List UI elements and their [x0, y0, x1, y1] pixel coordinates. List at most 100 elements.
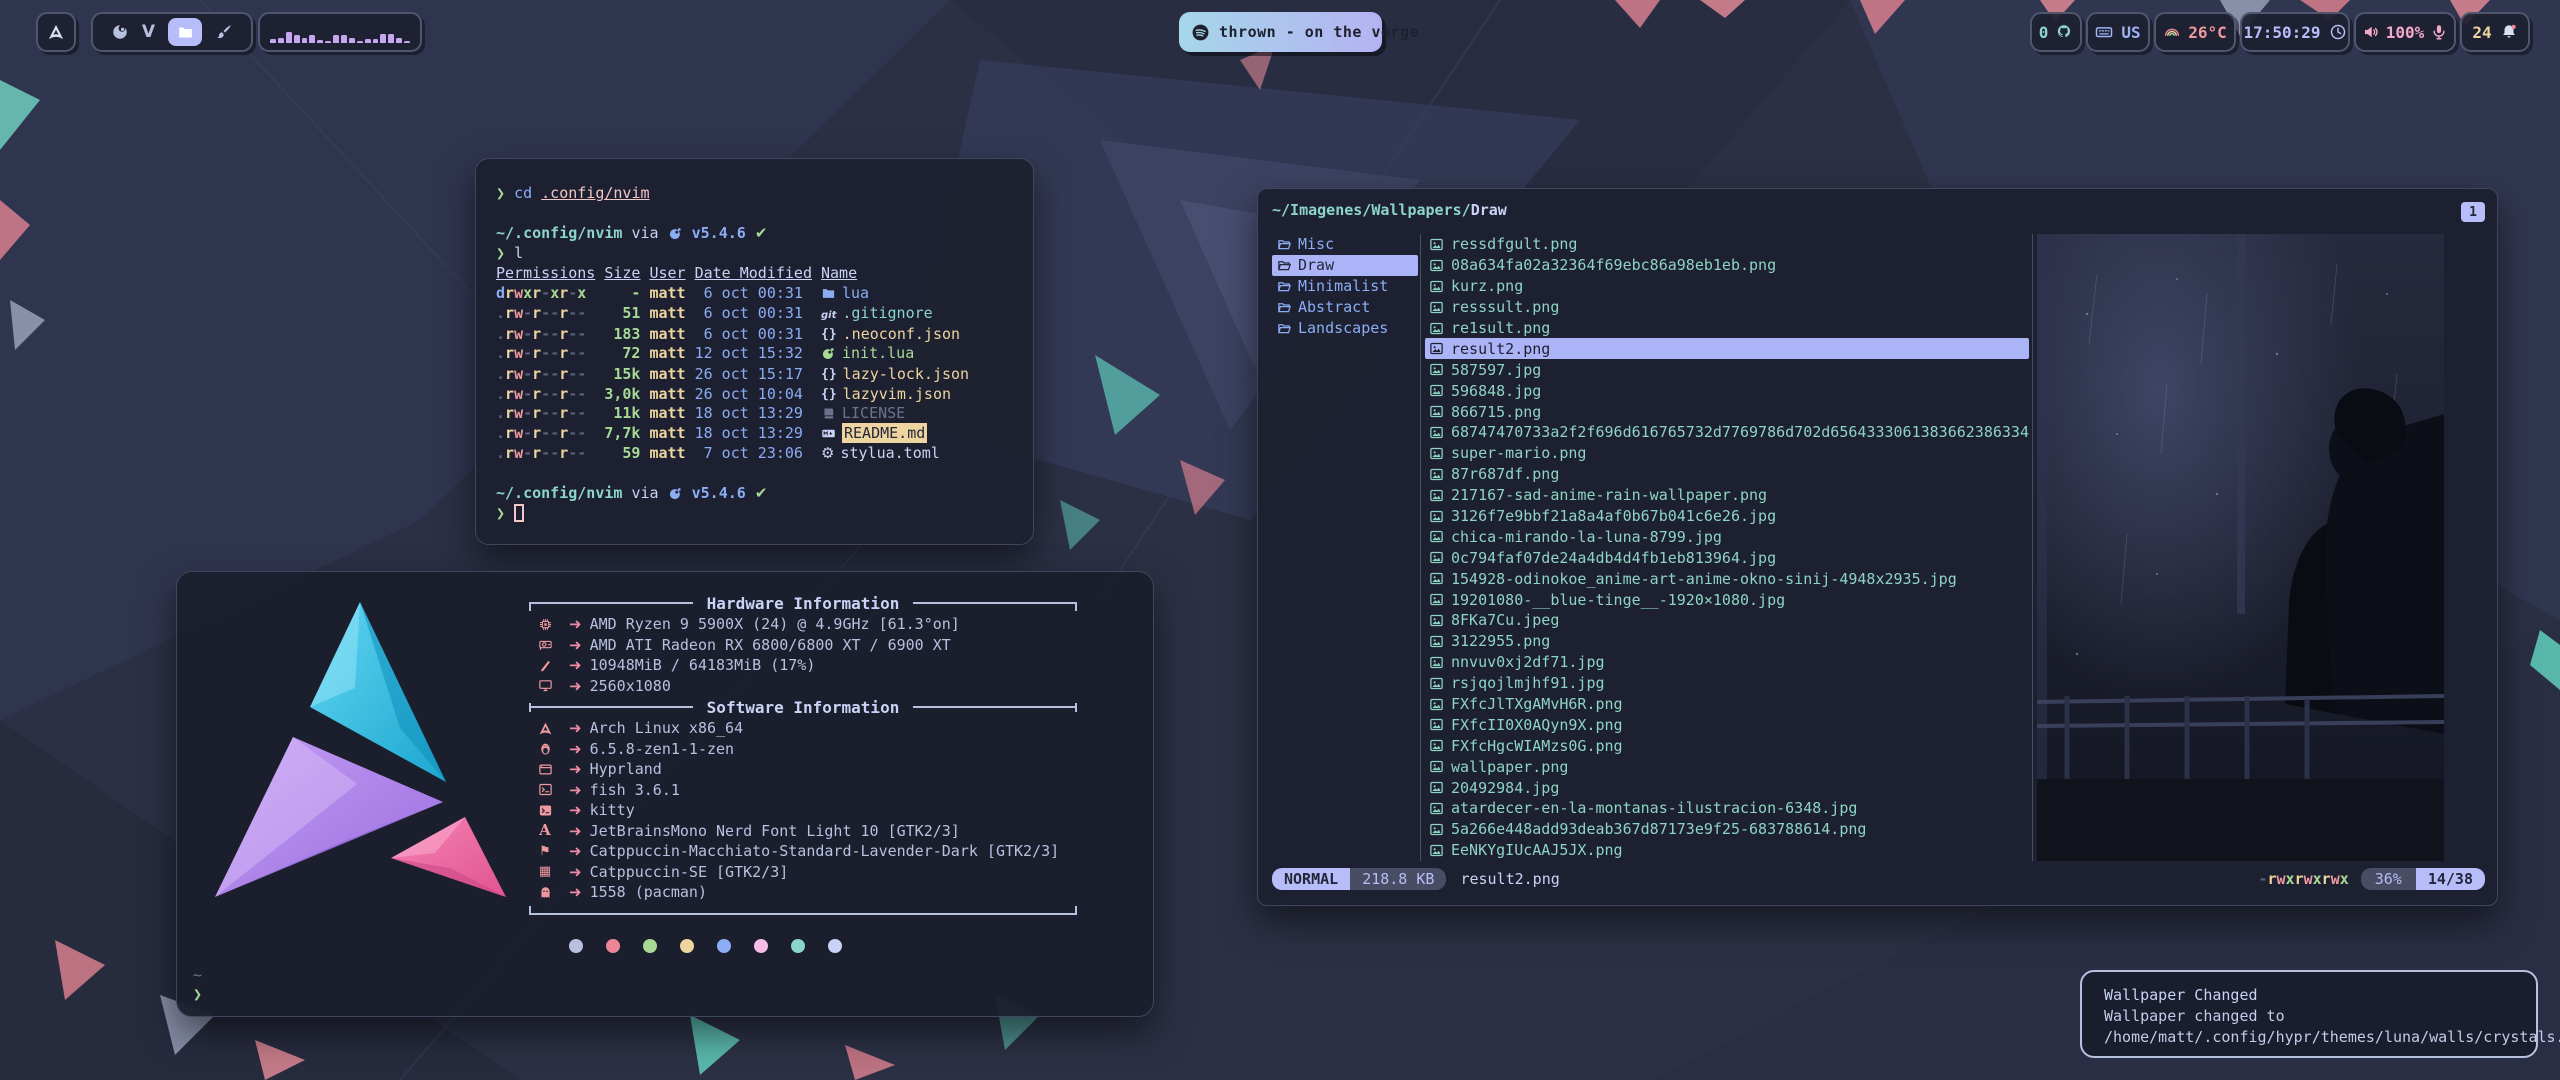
- cursor-icon: ⚑: [535, 845, 555, 858]
- music-title: thrown - on the verge: [1219, 23, 1419, 41]
- mode-indicator: NORMAL: [1272, 868, 1350, 890]
- image-file-icon: [1429, 738, 1444, 753]
- file-list-item[interactable]: 596848.jpg: [1425, 380, 2029, 401]
- file-permissions: .rw-r--r--: [496, 303, 595, 323]
- file-list-item[interactable]: 08a634fa02a32364f69ebc86a98eb1eb.png: [1425, 255, 2029, 276]
- terminal-prompt-line[interactable]: ❯: [496, 503, 1025, 523]
- sidebar-item-draw[interactable]: Draw: [1272, 255, 1418, 276]
- desktop: V thrown - on the verge 0 US 26°C 17:50:…: [0, 0, 2560, 1080]
- file-manager-window[interactable]: ~/Imagenes/Wallpapers/Draw 1 MiscDrawMin…: [1257, 188, 2498, 906]
- visualizer-bar: [404, 41, 410, 43]
- sidebar-item-abstract[interactable]: Abstract: [1272, 297, 1418, 318]
- file-list-item[interactable]: 0c794faf07de24a4db4d4fb1eb813964.jpg: [1425, 547, 2029, 568]
- file-date: 6 oct 00:31: [695, 283, 812, 303]
- file-list-item[interactable]: result2.png: [1425, 338, 2029, 359]
- file-list-item[interactable]: 68747470733a2f2f696d616765732d7769786d70…: [1425, 422, 2029, 443]
- terminal-ls-command: ❯ l: [496, 243, 1025, 263]
- image-file-icon: [1429, 655, 1444, 670]
- image-file-icon: [1429, 759, 1444, 774]
- image-file-icon: [1429, 801, 1444, 816]
- image-file-icon: [1429, 362, 1444, 377]
- selected-file-name: result2.png: [1460, 870, 1559, 888]
- keyboard-icon: [2095, 23, 2113, 41]
- file-list-item[interactable]: nnvuv0xj2df71.jpg: [1425, 652, 2029, 673]
- audio-visualizer: [258, 12, 422, 52]
- file-list-item[interactable]: 8FKa7Cu.jpeg: [1425, 610, 2029, 631]
- sidebar-item-minimalist[interactable]: Minimalist: [1272, 276, 1418, 297]
- file-list-item[interactable]: FXfcHgcWIAMzs0G.png: [1425, 735, 2029, 756]
- file-list-item[interactable]: 217167-sad-anime-rain-wallpaper.png: [1425, 485, 2029, 506]
- updates-module[interactable]: 0: [2030, 12, 2082, 52]
- braces-icon: {}: [821, 363, 837, 385]
- pane-separator: [1420, 234, 1421, 861]
- file-list-item[interactable]: 587597.jpg: [1425, 359, 2029, 380]
- fetch-window[interactable]: Hardware Information ➜AMD Ryzen 9 5900X …: [176, 571, 1154, 1017]
- fetch-info-row: ➜6.5.8-zen1-1-zen: [529, 739, 1077, 760]
- file-list-item[interactable]: chica-mirando-la-luna-8799.jpg: [1425, 526, 2029, 547]
- file-list-item[interactable]: 20492984.jpg: [1425, 777, 2029, 798]
- palette-color-dot: [643, 939, 657, 953]
- file-permissions: .rw-r--r--: [496, 343, 595, 363]
- arrow-icon: ➜: [569, 656, 582, 674]
- notification-title: Wallpaper Changed: [2104, 985, 2514, 1006]
- fetch-info-row: ➜10948MiB / 64183MiB (17%): [529, 655, 1077, 676]
- file-list-item[interactable]: resssult.png: [1425, 297, 2029, 318]
- file-list-item[interactable]: 3126f7e9bbf21a8a4af0b67b041c6e26.jpg: [1425, 506, 2029, 527]
- file-owner: matt: [649, 283, 685, 303]
- volume-module[interactable]: 100%: [2354, 12, 2456, 52]
- file-list-pane: ressdfgult.png08a634fa02a32364f69ebc86a9…: [1425, 234, 2029, 861]
- file-list-item[interactable]: 866715.png: [1425, 401, 2029, 422]
- tab-badge[interactable]: 1: [2461, 202, 2485, 222]
- clock-module[interactable]: 17:50:29: [2240, 12, 2350, 52]
- kitty-icon: [535, 803, 555, 818]
- file-list-item[interactable]: 19201080-__blue-tinge__-1920×1080.jpg: [1425, 589, 2029, 610]
- keyboard-layout-module[interactable]: US: [2086, 12, 2150, 52]
- terminal-window[interactable]: ❯ cd .config/nvim ~/.config/nvim via v5.…: [475, 158, 1034, 545]
- image-file-icon: [1429, 634, 1444, 649]
- file-list-item[interactable]: 87r687df.png: [1425, 464, 2029, 485]
- workspace-brush-icon[interactable]: [215, 23, 233, 41]
- notification-popup[interactable]: Wallpaper Changed Wallpaper changed to /…: [2080, 970, 2538, 1058]
- display-icon: [535, 678, 555, 693]
- arch-logo-icon: [47, 23, 65, 41]
- file-list-item[interactable]: FXfcII0X0AQyn9X.png: [1425, 714, 2029, 735]
- file-list-item[interactable]: atardecer-en-la-montanas-ilustracion-634…: [1425, 798, 2029, 819]
- visualizer-bar: [309, 35, 315, 43]
- file-name: {}lazyvim.json: [821, 383, 1025, 405]
- file-list-item[interactable]: wallpaper.png: [1425, 756, 2029, 777]
- file-list-item[interactable]: super-mario.png: [1425, 443, 2029, 464]
- file-list-item[interactable]: ressdfgult.png: [1425, 234, 2029, 255]
- arch-icon: [535, 721, 555, 736]
- launcher-button[interactable]: [36, 12, 76, 52]
- image-file-icon: [1429, 822, 1444, 837]
- file-list-item[interactable]: 5a266e448add93deab367d87173e9f25-6837886…: [1425, 819, 2029, 840]
- file-list-item[interactable]: re1sult.png: [1425, 318, 2029, 339]
- file-owner: matt: [649, 343, 685, 363]
- workspace-vim-icon[interactable]: V: [142, 24, 155, 41]
- file-list-item[interactable]: 3122955.png: [1425, 631, 2029, 652]
- notifications-module[interactable]: 24: [2460, 12, 2530, 52]
- fetch-info-row: ➜AMD ATI Radeon RX 6800/6800 XT / 6900 X…: [529, 635, 1077, 656]
- status-bar: NORMAL 218.8 KB result2.png -rwxrwxrwx 3…: [1272, 867, 2485, 891]
- file-list-item[interactable]: 154928-odinokoe_anime-art-anime-okno-sin…: [1425, 568, 2029, 589]
- sidebar-item-landscapes[interactable]: Landscapes: [1272, 318, 1418, 339]
- workspaces-widget: V: [91, 12, 253, 52]
- workspace-firefox-icon[interactable]: [111, 23, 129, 41]
- frame-bottom: [529, 903, 1077, 925]
- image-file-icon: [1429, 529, 1444, 544]
- file-list-item[interactable]: FXfcJlTXgAMvH6R.png: [1425, 694, 2029, 715]
- file-owner: matt: [649, 324, 685, 344]
- weather-module[interactable]: 26°C: [2154, 12, 2236, 52]
- temperature: 26°C: [2188, 23, 2227, 42]
- image-file-icon: [1429, 613, 1444, 628]
- file-list-item[interactable]: rsjqojlmjhf91.jpg: [1425, 673, 2029, 694]
- workspace-files-active[interactable]: [168, 18, 202, 46]
- file-list-item[interactable]: kurz.png: [1425, 276, 2029, 297]
- file-list-item[interactable]: EeNKYgIUcAAJ5JX.png: [1425, 840, 2029, 861]
- sidebar-item-misc[interactable]: Misc: [1272, 234, 1418, 255]
- music-widget[interactable]: thrown - on the verge: [1179, 12, 1382, 52]
- file-permissions: .rw-r--r--: [496, 364, 595, 384]
- terminal-command-line: ❯ cd .config/nvim: [496, 183, 1025, 203]
- fetch-shell-prompt[interactable]: ~ ❯: [193, 966, 202, 1004]
- image-file-icon: [1429, 425, 1444, 440]
